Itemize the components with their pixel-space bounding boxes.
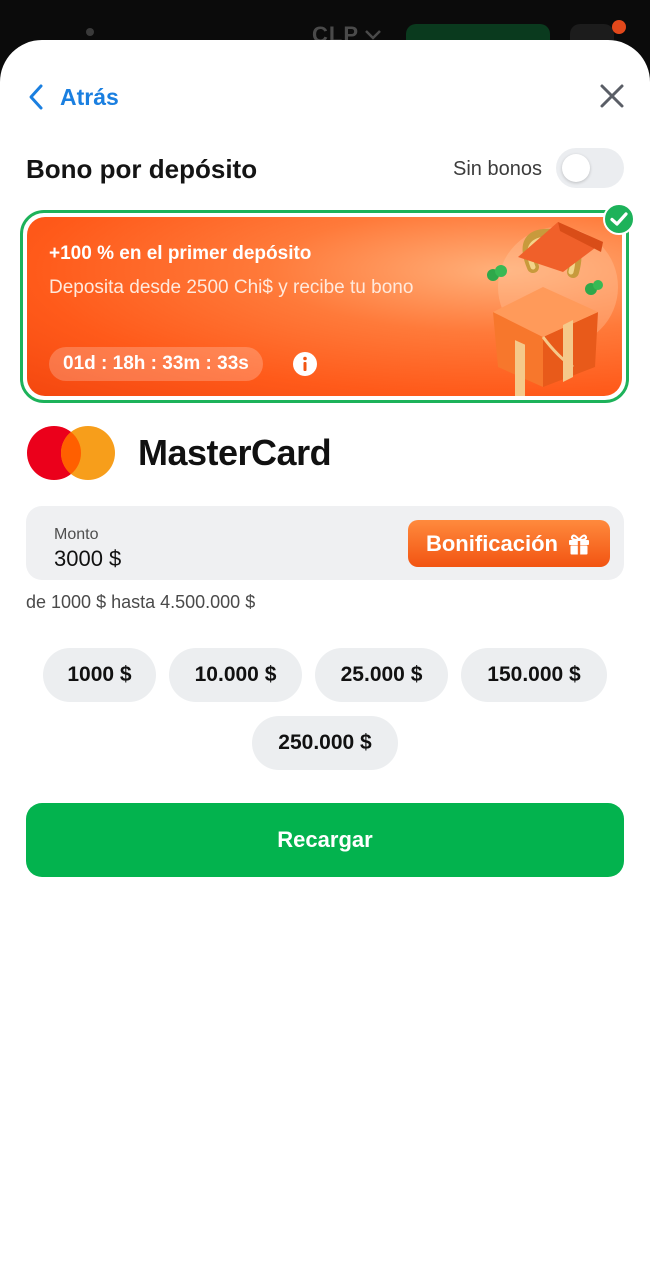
gift-icon: [569, 534, 589, 554]
bonus-card-banner: +100 % en el primer depósito Deposita de…: [27, 217, 622, 396]
quick-amount-chip[interactable]: 10.000 $: [169, 648, 302, 702]
recharge-button[interactable]: Recargar: [26, 803, 624, 877]
amount-input[interactable]: 3000 $: [54, 546, 121, 572]
close-icon[interactable]: [598, 82, 626, 110]
back-button[interactable]: Atrás: [26, 82, 119, 112]
no-bonus-toggle[interactable]: [556, 148, 624, 188]
toggle-knob: [562, 154, 590, 182]
gift-box-illustration: [487, 222, 618, 396]
info-icon[interactable]: [292, 351, 318, 377]
quick-amount-chip[interactable]: 25.000 $: [315, 648, 448, 702]
quick-amount-chip[interactable]: 1000 $: [43, 648, 156, 702]
recharge-button-label: Recargar: [277, 827, 373, 852]
quick-amount-chip[interactable]: 250.000 $: [252, 716, 398, 770]
deposit-bottom-sheet: Atrás Bono por depósito Sin bonos +100 %…: [0, 40, 650, 1280]
bonus-offer-card[interactable]: +100 % en el primer depósito Deposita de…: [20, 210, 629, 403]
bonus-button-label: Bonificación: [425, 530, 558, 556]
timer-text: 01d : 18h : 33m : 33s: [63, 353, 249, 374]
bonus-card-subtitle: Deposita desde 2500 Chi$ y recibe tu bon…: [49, 277, 414, 298]
bonus-button[interactable]: Bonificación: [408, 520, 610, 567]
bonus-countdown-timer: 01d : 18h : 33m : 33s: [49, 347, 263, 381]
menu-dot-icon: [86, 28, 94, 36]
amount-range-hint: de 1000 $ hasta 4.500.000 $: [26, 592, 256, 612]
quick-amount-chip[interactable]: 150.000 $: [461, 648, 607, 702]
amount-field[interactable]: Monto 3000 $ Bonificación: [26, 506, 624, 580]
bonus-card-title: +100 % en el primer depósito: [49, 243, 312, 264]
back-label: Atrás: [60, 83, 119, 110]
amount-label: Monto: [54, 526, 99, 543]
payment-method-name: MasterCard: [138, 432, 332, 473]
chevron-left-icon: [29, 84, 43, 110]
bonus-section-title: Bono por depósito: [26, 154, 258, 184]
mastercard-logo-icon: [27, 426, 115, 480]
selected-check-icon: [603, 203, 635, 235]
notification-badge: [612, 20, 626, 34]
no-bonus-label: Sin bonos: [453, 158, 542, 180]
